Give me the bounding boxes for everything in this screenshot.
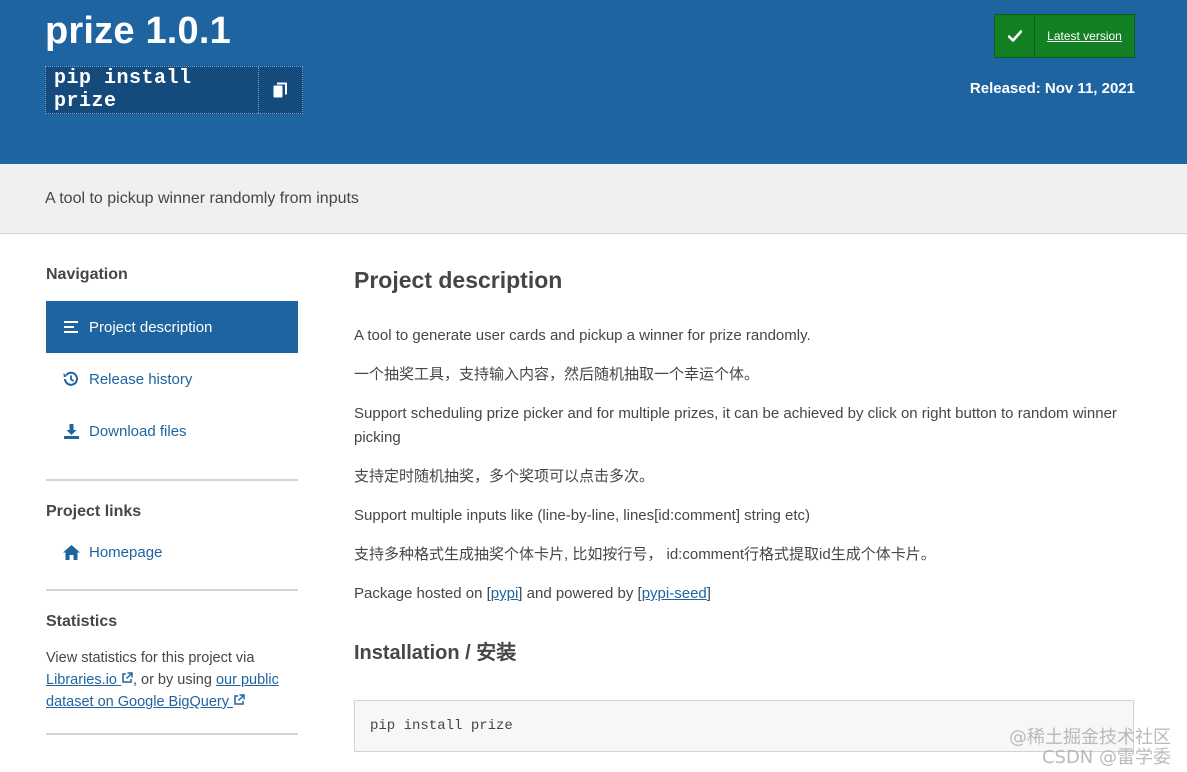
package-summary: A tool to pickup winner randomly from in… bbox=[45, 190, 359, 207]
pip-install-box: pip install prize bbox=[45, 66, 303, 114]
hosted-suffix: ] bbox=[706, 585, 711, 602]
vertical-tabs: Project description Release history Down… bbox=[46, 301, 298, 457]
description-heading: Project description bbox=[354, 267, 563, 293]
home-icon bbox=[62, 543, 80, 561]
check-icon bbox=[995, 15, 1035, 57]
description-paragraph: 支持定时随机抽奖，多个奖项可以点击多次。 bbox=[354, 468, 655, 485]
hosted-middle: ] and powered by [ bbox=[518, 585, 642, 602]
release-date: Released: Nov 11, 2021 bbox=[969, 80, 1135, 97]
project-links-heading: Project links bbox=[46, 503, 142, 520]
sidebar-divider bbox=[46, 733, 298, 735]
description-paragraph: Support scheduling prize picker and for … bbox=[354, 405, 1117, 446]
list-icon bbox=[62, 318, 80, 336]
pypi-link[interactable]: pypi bbox=[491, 585, 519, 602]
tab-release-history[interactable]: Release history bbox=[46, 353, 298, 405]
external-link-icon bbox=[122, 672, 133, 683]
libraries-io-label: Libraries.io bbox=[46, 672, 117, 688]
hosted-prefix: Package hosted on [ bbox=[354, 585, 491, 602]
tab-download-files[interactable]: Download files bbox=[46, 405, 298, 457]
hosted-paragraph: Package hosted on [pypi] and powered by … bbox=[354, 582, 1134, 606]
external-link-icon bbox=[234, 694, 245, 705]
description-paragraph: 支持多种格式生成抽奖个体卡片, 比如按行号， id:comment行格式提取id… bbox=[354, 546, 936, 563]
tab-label: Download files bbox=[89, 422, 187, 440]
homepage-link[interactable]: Homepage bbox=[46, 527, 298, 577]
description-paragraph: Support multiple inputs like (line-by-li… bbox=[354, 507, 811, 524]
tab-label: Project description bbox=[89, 318, 213, 336]
latest-version-button[interactable]: Latest version bbox=[994, 14, 1135, 58]
header-banner: prize 1.0.1 pip install prize Latest ver… bbox=[0, 0, 1187, 164]
watermark-line: CSDN @雷学委 bbox=[1041, 747, 1171, 768]
watermark: @稀土掘金技术社区 CSDN @雷学委 bbox=[1009, 728, 1171, 768]
tab-label: Release history bbox=[89, 370, 193, 388]
statistics-heading: Statistics bbox=[46, 613, 118, 630]
libraries-io-link[interactable]: Libraries.io bbox=[46, 672, 133, 688]
copy-button[interactable] bbox=[258, 67, 302, 113]
navigation-heading: Navigation bbox=[46, 266, 128, 283]
statistics-text-prefix: View statistics for this project via bbox=[46, 650, 255, 666]
pypi-seed-link[interactable]: pypi-seed bbox=[642, 585, 707, 602]
pip-command[interactable]: pip install prize bbox=[46, 67, 258, 113]
history-icon bbox=[62, 370, 80, 388]
sidebar: Navigation Project description Release h… bbox=[46, 234, 298, 735]
project-description-panel: Project description A tool to generate u… bbox=[354, 234, 1134, 752]
latest-version-label[interactable]: Latest version bbox=[1035, 15, 1134, 57]
description-paragraph: A tool to generate user cards and pickup… bbox=[354, 327, 811, 344]
sidebar-divider bbox=[46, 589, 298, 591]
download-icon bbox=[62, 422, 80, 440]
description-paragraph: 一个抽奖工具，支持输入内容，然后随机抽取一个幸运个体。 bbox=[354, 366, 760, 383]
tab-project-description[interactable]: Project description bbox=[46, 301, 298, 353]
sidebar-divider bbox=[46, 479, 298, 481]
copy-icon bbox=[273, 82, 287, 97]
statistics-text: View statistics for this project via Lib… bbox=[46, 647, 298, 713]
statistics-text-middle: , or by using bbox=[132, 672, 216, 688]
summary-band: A tool to pickup winner randomly from in… bbox=[0, 164, 1187, 234]
watermark-line: @稀土掘金技术社区 bbox=[1009, 727, 1171, 748]
installation-heading: Installation / 安装 bbox=[354, 642, 517, 664]
homepage-label: Homepage bbox=[89, 543, 163, 561]
package-title: prize 1.0.1 bbox=[45, 10, 231, 52]
